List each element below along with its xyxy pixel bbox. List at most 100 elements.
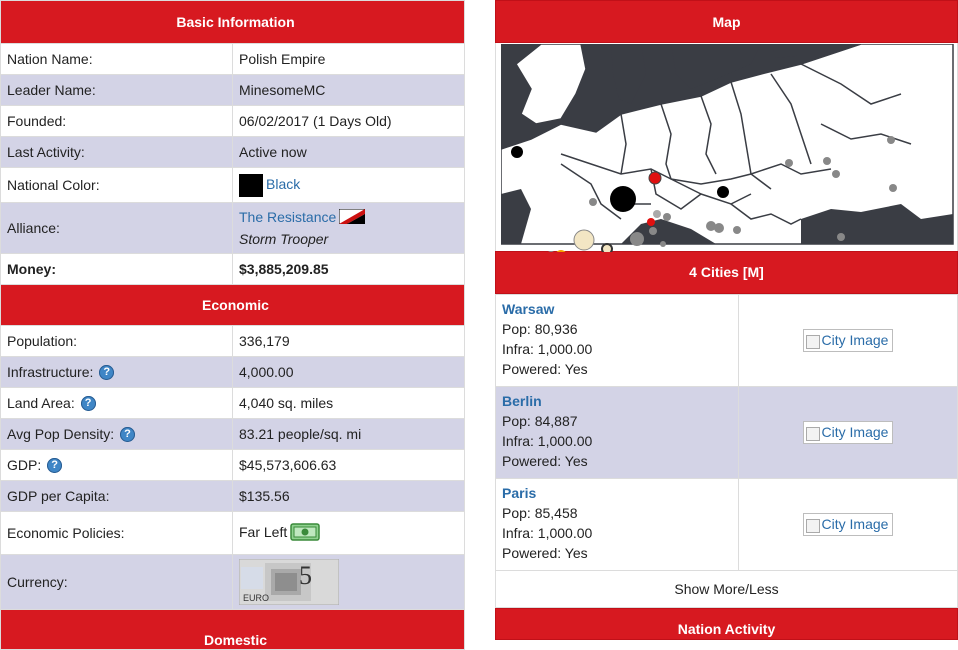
city-image-cell: City Image <box>738 294 958 387</box>
row-leader-name: Leader Name: MinesomeMC <box>0 74 465 106</box>
row-money: Money: $3,885,209.85 <box>0 253 465 285</box>
row-national-color: National Color: Black <box>0 167 465 203</box>
density-label: Avg Pop Density: <box>7 425 115 442</box>
cities-table: Warsaw Pop: 80,936 Infra: 1,000.00 Power… <box>495 294 958 571</box>
land-area-label-cell: Land Area: ? <box>0 387 233 419</box>
last-activity-value: Active now <box>232 136 465 168</box>
gdp-label: GDP: <box>7 456 42 473</box>
policies-cell: Far Left <box>232 511 465 555</box>
show-more-button[interactable]: Show More/Less <box>495 571 958 608</box>
row-founded: Founded: 06/02/2017 (1 Days Old) <box>0 105 465 137</box>
infrastructure-label: Infrastructure: <box>7 363 94 380</box>
map-header: Map <box>495 0 958 43</box>
gdp-value: $45,573,606.63 <box>232 449 465 481</box>
broken-image-icon <box>805 334 820 349</box>
city-image-cell: City Image <box>738 478 958 571</box>
domestic-header: Domestic <box>0 609 465 650</box>
city-infra: Infra: 1,000.00 <box>502 341 593 357</box>
city-row-berlin: Berlin Pop: 84,887 Infra: 1,000.00 Power… <box>495 386 958 479</box>
row-gdp: GDP: ? $45,573,606.63 <box>0 449 465 481</box>
city-name-link[interactable]: Warsaw <box>502 301 554 317</box>
population-label: Population: <box>0 325 233 357</box>
founded-value: 06/02/2017 (1 Days Old) <box>232 105 465 137</box>
density-label-cell: Avg Pop Density: ? <box>0 418 233 450</box>
nation-info-panel: Basic Information Nation Name: Polish Em… <box>0 0 465 650</box>
city-row-warsaw: Warsaw Pop: 80,936 Infra: 1,000.00 Power… <box>495 294 958 387</box>
city-infra: Infra: 1,000.00 <box>502 525 593 541</box>
city-name-link[interactable]: Berlin <box>502 393 542 409</box>
row-last-activity: Last Activity: Active now <box>0 136 465 168</box>
founded-label: Founded: <box>0 105 233 137</box>
policies-value: Far Left <box>239 523 288 540</box>
alliance-flag-icon <box>338 208 366 229</box>
help-icon[interactable]: ? <box>120 427 136 443</box>
city-info: Paris Pop: 85,458 Infra: 1,000.00 Powere… <box>495 478 739 571</box>
population-value: 336,179 <box>232 325 465 357</box>
row-land-area: Land Area: ? 4,040 sq. miles <box>0 387 465 419</box>
alliance-position: Storm Trooper <box>239 230 329 247</box>
city-image-cell: City Image <box>738 386 958 479</box>
row-population: Population: 336,179 <box>0 325 465 357</box>
infrastructure-value: 4,000.00 <box>232 356 465 388</box>
land-area-value: 4,040 sq. miles <box>232 387 465 419</box>
city-infra: Infra: 1,000.00 <box>502 433 593 449</box>
help-icon[interactable]: ? <box>47 458 63 474</box>
national-color-label: National Color: <box>0 167 233 203</box>
row-infrastructure: Infrastructure: ? 4,000.00 <box>0 356 465 388</box>
map-cities-panel: Map 4 Cities [M] Warsaw Pop: 80,936 Infr… <box>495 0 958 640</box>
gdp-capita-value: $135.56 <box>232 480 465 512</box>
nation-name-label: Nation Name: <box>0 43 233 75</box>
alliance-link[interactable]: The Resistance <box>239 209 336 225</box>
national-color-link[interactable]: Black <box>266 176 300 192</box>
city-powered: Powered: Yes <box>502 361 588 377</box>
euro-banknote-image: 5 EURO <box>239 559 339 605</box>
banknote-small-text: EURO <box>243 593 270 603</box>
currency-label: Currency: <box>0 554 233 610</box>
city-pop: Pop: 85,458 <box>502 505 578 521</box>
money-icon <box>290 522 320 544</box>
city-image[interactable]: City Image <box>802 329 894 352</box>
nation-activity-header: Nation Activity <box>495 608 958 640</box>
row-alliance: Alliance: The Resistance Storm Trooper <box>0 202 465 254</box>
city-image[interactable]: City Image <box>802 513 894 536</box>
city-image-alt: City Image <box>821 332 889 349</box>
city-pop: Pop: 84,887 <box>502 413 578 429</box>
currency-cell: 5 EURO <box>232 554 465 610</box>
national-color-cell: Black <box>232 167 465 203</box>
banknote-denomination: 5 <box>299 561 312 590</box>
gdp-label-cell: GDP: ? <box>0 449 233 481</box>
policies-label: Economic Policies: <box>0 511 233 555</box>
row-density: Avg Pop Density: ? 83.21 people/sq. mi <box>0 418 465 450</box>
city-row-paris: Paris Pop: 85,458 Infra: 1,000.00 Powere… <box>495 478 958 571</box>
broken-image-icon <box>805 518 820 533</box>
city-powered: Powered: Yes <box>502 453 588 469</box>
city-pop: Pop: 80,936 <box>502 321 578 337</box>
nation-map[interactable] <box>495 43 958 252</box>
city-image-alt: City Image <box>821 424 889 441</box>
gdp-capita-label: GDP per Capita: <box>0 480 233 512</box>
europe-map-svg <box>501 44 954 252</box>
last-activity-label: Last Activity: <box>0 136 233 168</box>
help-icon[interactable]: ? <box>99 365 115 381</box>
row-policies: Economic Policies: Far Left <box>0 511 465 555</box>
color-swatch <box>239 173 263 197</box>
money-value: $3,885,209.85 <box>232 253 465 285</box>
leader-name-value: MinesomeMC <box>232 74 465 106</box>
infrastructure-label-cell: Infrastructure: ? <box>0 356 233 388</box>
density-value: 83.21 people/sq. mi <box>232 418 465 450</box>
city-image-alt: City Image <box>821 516 889 533</box>
row-currency: Currency: 5 EURO <box>0 554 465 610</box>
row-nation-name: Nation Name: Polish Empire <box>0 43 465 75</box>
basic-info-header: Basic Information <box>0 0 465 44</box>
economic-header: Economic <box>0 284 465 326</box>
city-info: Berlin Pop: 84,887 Infra: 1,000.00 Power… <box>495 386 739 479</box>
city-name-link[interactable]: Paris <box>502 485 536 501</box>
nation-name-value: Polish Empire <box>232 43 465 75</box>
row-gdp-capita: GDP per Capita: $135.56 <box>0 480 465 512</box>
money-label: Money: <box>0 253 233 285</box>
broken-image-icon <box>805 426 820 441</box>
help-icon[interactable]: ? <box>80 396 96 412</box>
city-image[interactable]: City Image <box>802 421 894 444</box>
alliance-label: Alliance: <box>0 202 233 254</box>
leader-name-label: Leader Name: <box>0 74 233 106</box>
